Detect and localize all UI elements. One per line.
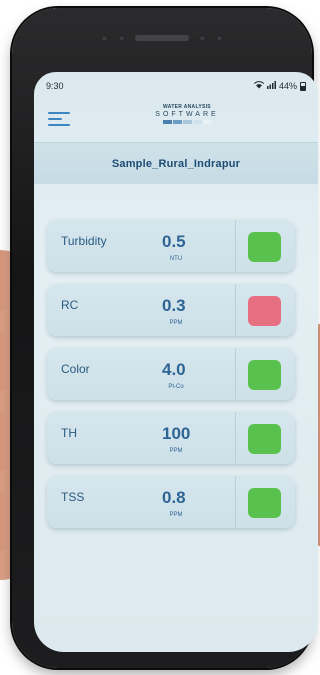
phone-top-bezel: [12, 8, 312, 68]
logo-title: WATER ANALYSIS: [163, 104, 211, 110]
wifi-icon: [253, 81, 265, 91]
logo-bar: [162, 120, 172, 124]
parameter-card[interactable]: Turbidity 0.5 NTU: [47, 220, 295, 272]
status-indicator: [248, 488, 281, 518]
sample-name: Sample_Rural_Indrapur: [111, 157, 241, 170]
status-indicator: [248, 296, 281, 326]
parameter-value: 100: [162, 424, 191, 443]
logo-color-bars: [152, 120, 222, 124]
sensor-dot: [118, 34, 125, 42]
signal-icon: [266, 81, 276, 91]
sample-banner: Sample_Rural_Indrapur: [34, 142, 318, 184]
earpiece-speaker: [135, 35, 189, 41]
status-icons: 44%: [253, 81, 306, 91]
parameter-value: 0.3: [162, 296, 186, 315]
card-divider: [235, 476, 236, 528]
parameter-name: TSS: [61, 490, 85, 504]
parameter-card[interactable]: Color 4.0 Pt-Co: [47, 348, 295, 400]
card-divider: [235, 412, 236, 464]
logo-bar: [202, 120, 212, 124]
sensor-dot: [101, 34, 108, 42]
parameter-list: Turbidity 0.5 NTU RC 0.3 PPM Color 4.0 Pt-Co TH 10…: [47, 220, 295, 540]
logo-subtitle: SOFTWARE: [155, 111, 219, 118]
parameter-name: Color: [61, 362, 90, 376]
parameter-unit: Pt-Co: [168, 384, 184, 390]
parameter-value: 0.8: [162, 488, 186, 507]
phone-body: 9:30 44% WATER ANALYSIS SOFTWARE Sample_…: [12, 8, 318, 668]
parameter-unit: NTU: [169, 256, 183, 262]
logo-bar: [192, 120, 202, 124]
photo-stage: 9:30 44% WATER ANALYSIS SOFTWARE Sample_…: [0, 0, 320, 675]
battery-icon: [300, 81, 306, 91]
parameter-unit: PPM: [169, 512, 183, 518]
app-logo: WATER ANALYSIS SOFTWARE: [152, 104, 222, 124]
hamburger-menu-icon[interactable]: [48, 112, 70, 128]
status-indicator: [248, 232, 281, 262]
card-divider: [235, 284, 236, 336]
parameter-card[interactable]: RC 0.3 PPM: [47, 284, 295, 336]
logo-bar: [182, 120, 192, 124]
parameter-value: 4.0: [162, 360, 186, 379]
front-camera: [199, 34, 206, 42]
phone-screen: 9:30 44% WATER ANALYSIS SOFTWARE Sample_…: [34, 72, 318, 652]
status-bar: 9:30 44%: [34, 72, 318, 94]
battery-percent: 44%: [278, 81, 297, 91]
parameter-card[interactable]: TSS 0.8 PPM: [47, 476, 295, 528]
parameter-name: TH: [61, 426, 77, 440]
parameter-card[interactable]: TH 100 PPM: [47, 412, 295, 464]
parameter-value: 0.5: [162, 232, 186, 251]
parameter-unit: PPM: [169, 448, 183, 454]
logo-bar: [172, 120, 182, 124]
parameter-name: RC: [61, 298, 79, 312]
parameter-unit: PPM: [169, 320, 183, 326]
status-indicator: [248, 360, 281, 390]
card-divider: [235, 220, 236, 272]
parameter-name: Turbidity: [61, 234, 107, 248]
app-header: WATER ANALYSIS SOFTWARE: [34, 94, 318, 142]
status-time: 9:30: [46, 81, 64, 91]
card-divider: [235, 348, 236, 400]
status-indicator: [248, 424, 281, 454]
sensor-dot: [216, 34, 223, 42]
